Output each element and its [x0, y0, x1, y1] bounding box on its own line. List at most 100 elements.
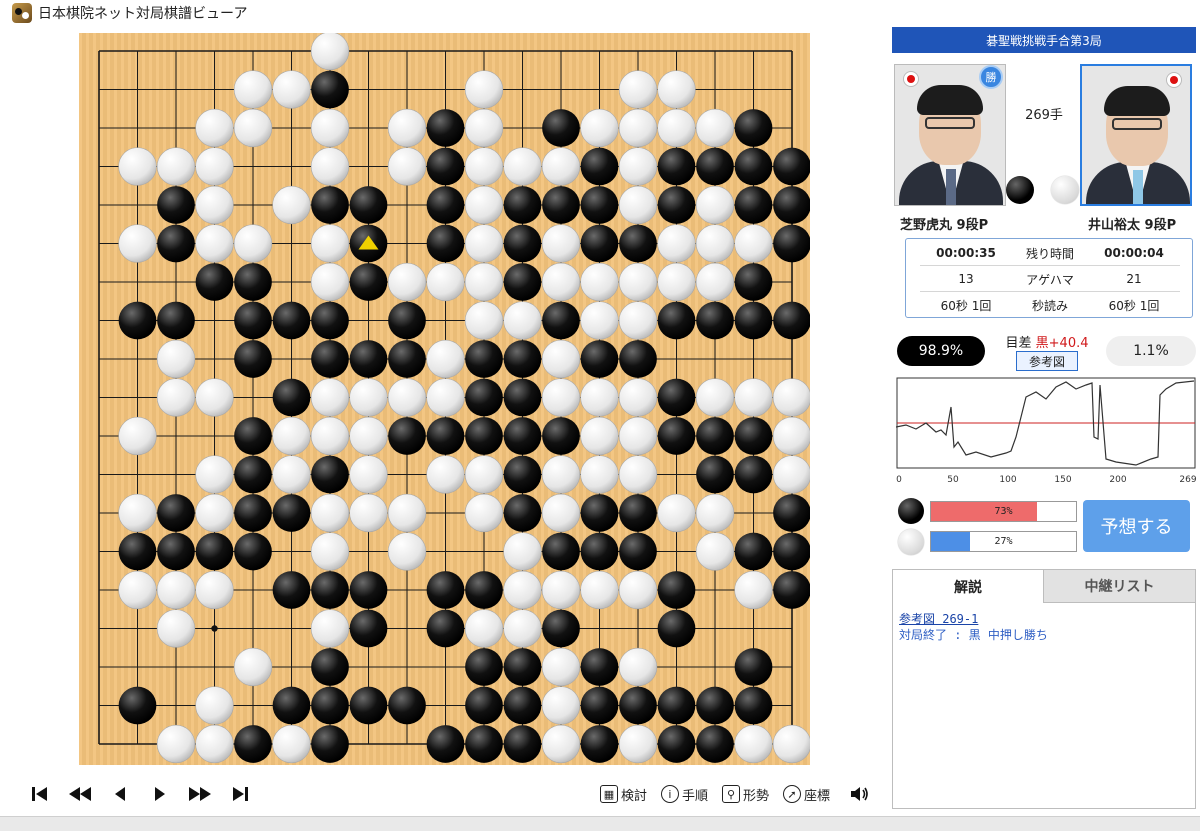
reference-diagram-link[interactable]: 参考図 269-1 — [899, 611, 1189, 627]
white-stone — [426, 262, 465, 302]
black-stone — [696, 686, 734, 725]
black-stone — [118, 301, 157, 340]
white-stone — [503, 301, 542, 340]
graph-tick-label: 269 — [1179, 475, 1196, 485]
predict-button[interactable]: 予想する — [1083, 500, 1190, 552]
black-stone — [657, 725, 696, 763]
black-stone — [734, 648, 773, 686]
comment-tabs: 解説 中継リスト — [893, 570, 1195, 603]
coordinates-tool[interactable]: ➚ 座標 — [782, 785, 830, 804]
graph-tick-label: 50 — [947, 475, 959, 485]
white-stone — [195, 493, 234, 533]
white-stone — [541, 647, 581, 687]
white-stone — [156, 378, 196, 417]
black-stone — [426, 571, 465, 609]
white-stone — [310, 493, 350, 533]
black-stone — [272, 494, 311, 532]
black-stone — [657, 301, 696, 340]
margin-label: 目差 — [1005, 336, 1032, 351]
black-stone — [234, 532, 272, 571]
white-stone — [272, 455, 311, 494]
sound-button[interactable] — [850, 786, 870, 802]
black-stone — [773, 186, 810, 224]
white-stone — [580, 262, 619, 302]
black-stone — [657, 378, 696, 417]
forward-one-button[interactable] — [140, 779, 180, 809]
black-stone — [734, 532, 773, 571]
white-stone — [195, 724, 234, 764]
white-stone — [695, 532, 735, 571]
white-stone — [464, 609, 504, 648]
white-stone — [503, 147, 542, 186]
white-stone — [464, 262, 504, 302]
white-stone — [734, 224, 773, 263]
black-stone — [388, 417, 426, 455]
review-tool[interactable]: ▦ 検討 — [599, 785, 647, 804]
black-stone — [580, 532, 619, 571]
move-order-tool-label: 手順 — [681, 788, 708, 804]
white-stone — [695, 108, 735, 148]
situation-tool[interactable]: ⚲ 形勢 — [721, 785, 769, 804]
back-ten-button[interactable] — [60, 779, 100, 809]
black-stone — [503, 494, 542, 532]
white-stone — [310, 262, 350, 302]
forward-ten-button[interactable] — [180, 779, 220, 809]
white-stone — [618, 416, 658, 456]
tab-commentary[interactable]: 解説 — [893, 570, 1044, 603]
black-stone — [773, 147, 810, 186]
info-icon: i — [660, 785, 679, 803]
black-stone — [503, 648, 542, 686]
white-stone — [618, 108, 658, 148]
black-stone — [580, 725, 619, 763]
back-one-button[interactable] — [100, 779, 140, 809]
black-stone — [349, 571, 388, 609]
go-board[interactable] — [79, 33, 810, 765]
black-stone — [773, 571, 810, 609]
white-stone — [541, 339, 581, 379]
white-stone — [541, 724, 581, 764]
black-stone — [465, 648, 503, 686]
white-stone — [734, 570, 773, 610]
white-stone — [464, 108, 504, 148]
rewind-icon — [69, 787, 91, 801]
black-stone — [657, 686, 696, 725]
window-title: 日本棋院ネット対局棋譜ビューア — [38, 6, 248, 22]
black-stone — [311, 455, 349, 494]
white-stone — [195, 185, 234, 225]
black-stone — [465, 686, 503, 725]
fast-forward-icon — [189, 787, 211, 801]
reference-diagram-button[interactable]: 参考図 — [1016, 351, 1078, 371]
remaining-time-label: 残り時間 — [1025, 246, 1074, 261]
white-stone — [156, 724, 196, 764]
review-tool-label: 検討 — [620, 788, 647, 804]
black-stone — [657, 417, 696, 455]
white-prediction-label: 27% — [994, 536, 1013, 547]
star-point — [211, 625, 218, 632]
move-order-tool[interactable]: i 手順 — [660, 785, 708, 804]
white-stone — [618, 455, 658, 494]
white-stone — [118, 570, 157, 610]
white-stone — [310, 609, 350, 648]
black-stone — [542, 417, 580, 455]
black-stone — [503, 263, 542, 301]
white-stone — [310, 378, 350, 417]
black-stone — [734, 301, 773, 340]
black-stone — [580, 648, 619, 686]
black-stone — [773, 494, 810, 532]
white-stone — [541, 686, 581, 725]
black-stone — [734, 109, 773, 147]
white-stone — [657, 70, 696, 109]
black-stone — [657, 609, 696, 648]
tab-relay-list[interactable]: 中継リスト — [1044, 570, 1195, 603]
white-stone — [426, 455, 465, 494]
last-move-button[interactable] — [220, 779, 260, 809]
first-move-button[interactable] — [20, 779, 60, 809]
win-rate-graph: 0 50 100 150 200 269 — [896, 377, 1196, 485]
black-stone — [426, 417, 465, 455]
go-board-svg[interactable] — [79, 33, 810, 765]
black-stone — [619, 686, 657, 725]
black-stone — [542, 301, 580, 340]
time-table: 00:00:35 残り時間 00:00:04 13 アゲハマ 21 60秒 1回… — [905, 238, 1193, 318]
white-stone — [734, 378, 773, 417]
black-stone — [118, 686, 157, 725]
